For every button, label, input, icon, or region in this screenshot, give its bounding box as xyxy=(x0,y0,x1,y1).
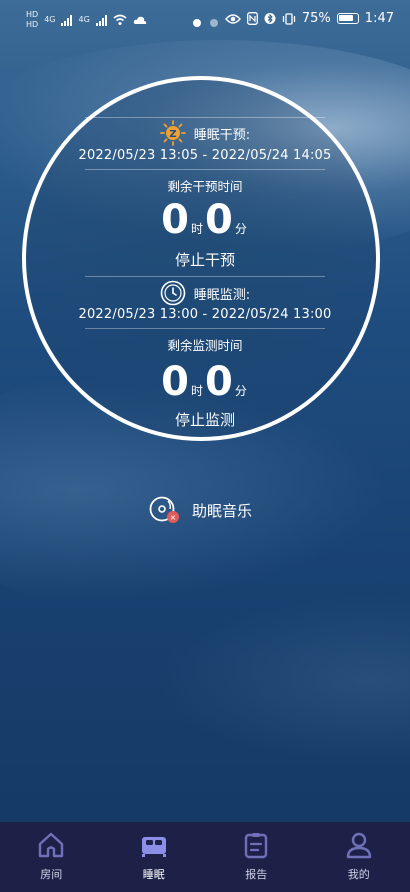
monitoring-range: 2022/05/23 13:00 - 2022/05/24 13:00 xyxy=(78,307,332,322)
sim1-label: HD xyxy=(26,10,39,19)
monitoring-title-row: 睡眠监测: xyxy=(0,280,410,306)
nfc-icon xyxy=(246,12,258,25)
bluetooth-icon xyxy=(264,13,276,24)
intervention-minutes-unit: 分 xyxy=(234,222,247,236)
svg-text:×: × xyxy=(170,513,177,522)
bed-icon xyxy=(141,837,166,857)
sleep-screen: HD HD 4G 4G 75% 1:47 Z 睡眠干预: 2022/05/23 … xyxy=(0,0,410,892)
signal-icon xyxy=(61,14,73,26)
eye-icon xyxy=(224,13,241,24)
monitoring-remaining-label: 剩余监测时间 xyxy=(167,338,243,353)
stop-monitoring-label: 停止监测 xyxy=(174,411,235,429)
clock: 1:47 xyxy=(364,11,394,26)
nav-item-mine[interactable]: 我的 xyxy=(308,822,410,892)
sim2-label: HD xyxy=(26,20,39,29)
home-icon xyxy=(39,832,64,858)
nav-item-sleep[interactable]: 睡眠 xyxy=(103,822,206,892)
sleep-music-label: 助眠音乐 xyxy=(192,501,253,520)
intervention-hours: 0 xyxy=(161,197,189,243)
bottom-nav: 房间 睡眠 报告 我的 xyxy=(0,822,410,892)
vibrate-icon xyxy=(282,12,296,25)
network-label-1: 4G xyxy=(44,15,56,24)
stop-intervention-button[interactable]: 停止干预 xyxy=(0,249,410,270)
divider xyxy=(85,169,325,170)
page-dot-active[interactable] xyxy=(193,19,201,27)
monitoring-header: 睡眠监测: xyxy=(0,280,410,306)
intervention-range: 2022/05/23 13:05 - 2022/05/24 14:05 xyxy=(78,148,332,163)
user-icon xyxy=(346,832,371,859)
battery-icon xyxy=(336,13,359,24)
monitoring-minutes-unit: 分 xyxy=(234,384,247,398)
music-disc-icon: × xyxy=(149,496,179,523)
divider xyxy=(85,117,325,118)
sleep-sun-icon: Z xyxy=(159,120,186,146)
sleep-music-button[interactable]: × 助眠音乐 xyxy=(148,495,252,525)
monitoring-minutes: 0 xyxy=(205,359,233,405)
intervention-hours-unit: 时 xyxy=(190,222,203,236)
network-label-2: 4G xyxy=(78,15,90,24)
stop-intervention-label: 停止干预 xyxy=(174,251,235,269)
status-left: HD HD 4G 4G xyxy=(26,11,147,29)
nav-item-room[interactable]: 房间 xyxy=(0,822,103,892)
nav-label-room: 房间 xyxy=(40,868,63,881)
nav-item-report[interactable]: 报告 xyxy=(205,822,308,892)
intervention-title-row: Z 睡眠干预: xyxy=(0,120,410,146)
page-indicator xyxy=(193,19,218,27)
battery-percent: 75% xyxy=(301,11,331,26)
page-dot[interactable] xyxy=(210,19,218,27)
nav-label-sleep: 睡眠 xyxy=(142,868,165,881)
wifi-icon xyxy=(113,14,127,25)
intervention-remaining-time: 0 时 0 分 xyxy=(0,200,410,240)
divider xyxy=(85,328,325,329)
intervention-title: 睡眠干预: xyxy=(193,127,251,143)
status-right: 75% 1:47 xyxy=(224,11,394,26)
intervention-remaining-label: 剩余干预时间 xyxy=(167,179,243,194)
monitoring-hours-unit: 时 xyxy=(190,384,203,398)
intervention-minutes: 0 xyxy=(205,197,233,243)
cloud-icon xyxy=(133,16,147,24)
monitoring-remaining-time: 0 时 0 分 xyxy=(0,362,410,402)
nav-label-mine: 我的 xyxy=(347,868,370,881)
status-bar: HD HD 4G 4G 75% 1:47 xyxy=(0,0,410,40)
svg-text:Z: Z xyxy=(169,129,176,140)
intervention-header: Z 睡眠干预: xyxy=(0,120,410,146)
monitoring-hours: 0 xyxy=(161,359,189,405)
stop-monitoring-button[interactable]: 停止监测 xyxy=(0,409,410,430)
clipboard-icon xyxy=(245,833,268,859)
nav-label-report: 报告 xyxy=(245,868,268,881)
monitoring-title: 睡眠监测: xyxy=(193,287,251,303)
signal-icon xyxy=(95,14,107,26)
sim-labels: HD HD xyxy=(26,11,38,29)
clock-icon xyxy=(160,280,186,306)
divider xyxy=(85,276,325,277)
